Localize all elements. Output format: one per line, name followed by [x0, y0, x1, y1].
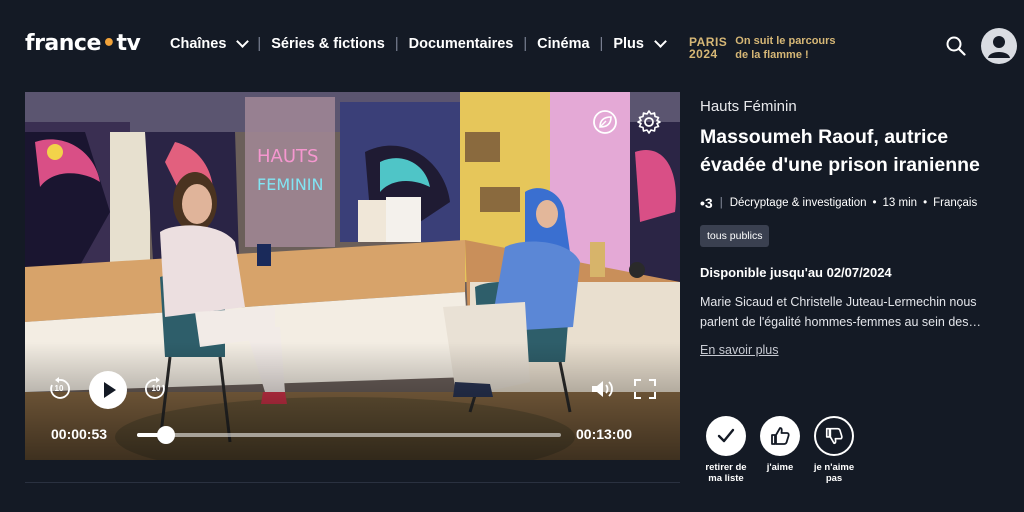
logo-dot: • [101, 31, 116, 56]
action-buttons: retirer de ma liste j'aime je n'aime pas [700, 416, 862, 484]
nav-separator: | [523, 36, 528, 52]
channel-logo: •3 [700, 195, 713, 211]
progress-bar[interactable] [137, 426, 561, 444]
paris-2024-text: On suit le parcours de la flamme ! [735, 34, 835, 62]
dislike-label: je n'aime pas [813, 462, 855, 484]
paris-text-line2: de la flamme ! [735, 49, 809, 61]
program-name[interactable]: Hauts Féminin [700, 98, 1010, 115]
audience-badge: tous publics [700, 225, 770, 247]
main-nav: Chaînes | Séries & fictions | Documentai… [170, 35, 667, 52]
category: Décryptage & investigation [729, 197, 867, 209]
nav-label-cinema: Cinéma [537, 36, 590, 52]
nav-separator: | [257, 36, 262, 52]
like-button[interactable]: j'aime [754, 416, 806, 484]
progress-handle[interactable] [156, 426, 175, 444]
leaf-icon[interactable] [592, 109, 618, 135]
read-more-link[interactable]: En savoir plus [700, 343, 779, 357]
replay-10-label: 10 [54, 384, 64, 393]
user-avatar-icon[interactable] [981, 28, 1017, 64]
nav-separator: | [599, 36, 604, 52]
checkmark-icon [706, 416, 746, 456]
meta-bullet: • [923, 197, 928, 209]
language: Français [933, 197, 978, 209]
remove-from-list-label: retirer de ma liste [705, 462, 747, 484]
meta-bullet: • [872, 197, 877, 209]
nav-label-series: Séries & fictions [271, 36, 385, 52]
nav-separator: | [394, 36, 399, 52]
current-time: 00:00:53 [51, 426, 108, 442]
france-tv-logo[interactable]: france • tv [25, 31, 141, 56]
nav-item-cinema[interactable]: Cinéma [537, 36, 589, 52]
nav-item-chaines[interactable]: Chaînes [170, 35, 250, 52]
replay-10-icon[interactable]: 10 [47, 377, 71, 401]
program-info: Hauts Féminin Massoumeh Raouf, autrice é… [700, 92, 1010, 359]
forward-10-icon[interactable]: 10 [144, 377, 168, 401]
dislike-button[interactable]: je n'aime pas [808, 416, 860, 484]
nav-label-chaines: Chaînes [170, 36, 227, 52]
chevron-down-icon [654, 35, 667, 48]
logo-text-tv: tv [116, 31, 141, 56]
nav-item-series-fictions[interactable]: Séries & fictions [271, 36, 385, 52]
settings-gear-icon[interactable] [636, 109, 662, 135]
description: Marie Sicaud et Christelle Juteau-Lermec… [700, 295, 981, 329]
svg-text:HAUTS: HAUTS [257, 146, 318, 167]
paris-logo-line2: 2024 [689, 47, 718, 61]
top-header: france • tv Chaînes | Séries & fictions | … [0, 0, 1024, 92]
episode-meta: •3 | Décryptage & investigation • 13 min… [700, 195, 1010, 211]
thumbs-down-icon [814, 416, 854, 456]
search-icon[interactable] [946, 36, 966, 56]
svg-text:FEMININ: FEMININ [257, 175, 324, 194]
nav-item-documentaires[interactable]: Documentaires [409, 36, 514, 52]
like-label: j'aime [766, 462, 794, 473]
thumbs-up-icon [760, 416, 800, 456]
paris-text-line1: On suit le parcours [735, 35, 836, 47]
meta-separator: | [719, 197, 723, 209]
episode-title: Massoumeh Raouf, autrice évadée d'une pr… [700, 126, 980, 176]
chevron-down-icon [236, 35, 250, 48]
forward-10-label: 10 [151, 384, 161, 393]
logo-text-france: france [25, 31, 101, 56]
paris-2024-banner[interactable]: PARIS 2024 On suit le parcours de la fla… [689, 34, 836, 62]
divider [25, 482, 680, 483]
play-icon [104, 382, 116, 398]
video-player[interactable]: HAUTS FEMININ 10 10 00:00:53 00:13:00 [25, 92, 680, 460]
play-button[interactable] [89, 371, 127, 409]
nav-label-plus: Plus [613, 36, 644, 52]
remove-from-list-button[interactable]: retirer de ma liste [700, 416, 752, 484]
total-time: 00:13:00 [576, 426, 633, 442]
nav-item-plus[interactable]: Plus [613, 35, 667, 52]
nav-label-documentaires: Documentaires [408, 36, 514, 52]
duration: 13 min [882, 197, 918, 209]
volume-icon[interactable] [590, 379, 614, 399]
paris-2024-logo: PARIS 2024 [689, 36, 727, 60]
availability: Disponible jusqu'au 02/07/2024 [700, 265, 892, 280]
fullscreen-icon[interactable] [634, 379, 656, 399]
